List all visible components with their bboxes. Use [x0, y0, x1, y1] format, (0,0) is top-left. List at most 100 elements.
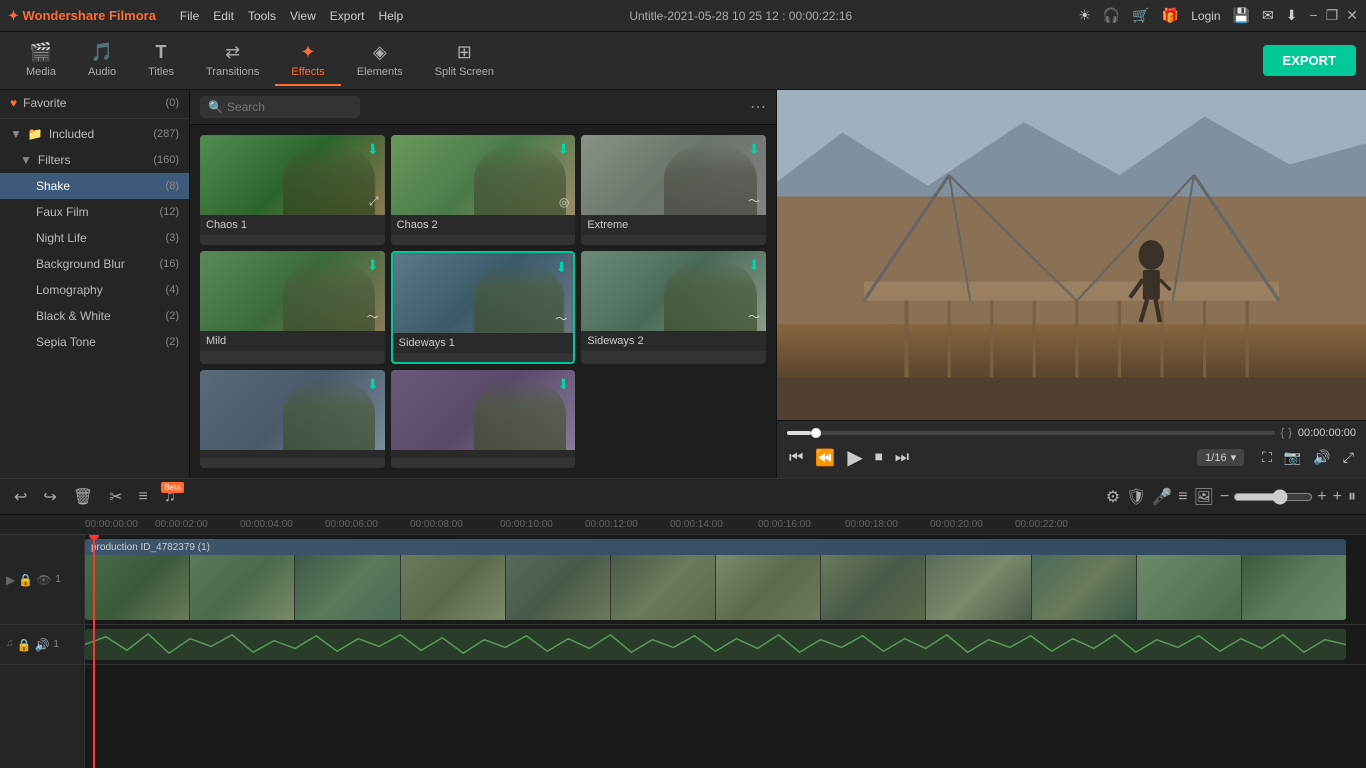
effect-card-sideways2[interactable]: ⬇ 〜 Sideways 2	[581, 251, 766, 365]
cart-icon[interactable]: 🛒	[1132, 7, 1149, 24]
zoom-out-button[interactable]: −	[1220, 488, 1229, 506]
video-clip[interactable]: production ID_4782379 (1)	[85, 539, 1346, 620]
folder-arrow-icon: ▼	[10, 127, 22, 141]
play-track-icon[interactable]: ▶	[6, 573, 15, 587]
video-track-number: 1	[55, 574, 61, 585]
audio-track-row	[85, 625, 1366, 665]
stop-button[interactable]: ⏹	[873, 447, 885, 469]
video-track-row: production ID_4782379 (1)	[85, 535, 1366, 625]
page-indicator[interactable]: 1/16 ▾	[1197, 449, 1244, 466]
restore-button[interactable]: ❐	[1326, 7, 1339, 24]
thumbnail-button[interactable]: 🖼	[1194, 487, 1214, 507]
audio-track-label: ♫ 🔒 🔊 1	[0, 625, 84, 665]
time-cursor	[93, 535, 95, 768]
step-fwd-button[interactable]: ⏭	[893, 447, 911, 469]
download-icon[interactable]: ⬇	[1286, 7, 1298, 24]
menu-view[interactable]: View	[290, 9, 316, 23]
effect-thumb-extreme	[581, 135, 766, 215]
menu-export[interactable]: Export	[330, 9, 365, 23]
audio-clip[interactable]	[85, 629, 1346, 660]
toolbar: 🎬 Media 🎵 Audio T Titles ⇄ Transitions ✦…	[0, 32, 1366, 90]
effects-icon: ✦	[301, 42, 316, 63]
search-bar[interactable]: 🔍	[200, 96, 360, 118]
included-item[interactable]: ▼ 📁 Included (287)	[0, 121, 189, 147]
ripple-button[interactable]: 🛡	[1126, 487, 1146, 507]
sepia-tone-item[interactable]: Sepia Tone (2)	[0, 329, 189, 355]
prev-frame-button[interactable]: ⏪	[813, 446, 837, 470]
shake-item[interactable]: Shake (8)	[0, 173, 189, 199]
progress-dot	[811, 428, 821, 438]
clip-label: production ID_4782379 (1)	[91, 542, 210, 553]
ruler-mark-4: 00:00:08:00	[410, 519, 463, 530]
export-button[interactable]: EXPORT	[1263, 45, 1356, 76]
fullscreen-button[interactable]: ⛶	[1260, 447, 1274, 468]
toolbar-transitions[interactable]: ⇄ Transitions	[190, 36, 275, 86]
settings-button[interactable]: ⤢	[1341, 447, 1356, 468]
gift-icon[interactable]: 🎁	[1162, 7, 1179, 24]
toolbar-split-screen[interactable]: ⊞ Split Screen	[419, 36, 510, 86]
close-button[interactable]: ✕	[1346, 7, 1358, 24]
login-button[interactable]: Login	[1191, 9, 1220, 23]
lock-track-icon[interactable]: 🔒	[18, 573, 33, 587]
timeline-end-button[interactable]: ⏸	[1348, 488, 1356, 506]
delete-button[interactable]: 🗑	[69, 485, 97, 509]
menu-file[interactable]: File	[180, 9, 199, 23]
lock-audio-icon[interactable]: 🔒	[17, 638, 32, 652]
menu-help[interactable]: Help	[378, 9, 403, 23]
toolbar-titles[interactable]: T Titles	[132, 36, 190, 86]
background-blur-item[interactable]: Background Blur (16)	[0, 251, 189, 277]
effect-card-chaos1[interactable]: ⬇ ⤢ Chaos 1	[200, 135, 385, 245]
ruler-mark-0: 00:00:00:00	[85, 519, 138, 530]
mail-icon[interactable]: ✉	[1262, 7, 1274, 24]
step-back-button[interactable]: ⏮	[787, 447, 805, 469]
save-icon[interactable]: 💾	[1233, 7, 1250, 24]
lomography-item[interactable]: Lomography (4)	[0, 277, 189, 303]
zoom-slider[interactable]	[1233, 489, 1313, 505]
audio-settings-button[interactable]: ≡	[135, 486, 152, 508]
audio-track-icon[interactable]: ♫	[6, 638, 14, 652]
filters-item[interactable]: ▼ Filters (160)	[0, 147, 189, 173]
beat-button[interactable]: ♫ Beta	[160, 486, 180, 508]
snapshot-button[interactable]: 📷	[1282, 447, 1303, 468]
progress-bar[interactable]	[787, 431, 1275, 435]
effect-card-extreme[interactable]: ⬇ 〜 Extreme	[581, 135, 766, 245]
timeline-body: ▶ 🔒 👁 1 ♫ 🔒 🔊 1	[0, 535, 1366, 768]
toolbar-audio[interactable]: 🎵 Audio	[72, 36, 132, 86]
search-input[interactable]	[227, 100, 352, 114]
sun-icon[interactable]: ☀	[1078, 7, 1091, 24]
faux-film-item[interactable]: Faux Film (12)	[0, 199, 189, 225]
snap-button[interactable]: ⚙	[1106, 487, 1120, 507]
black-white-item[interactable]: Black & White (2)	[0, 303, 189, 329]
zoom-in-button[interactable]: +	[1317, 488, 1326, 506]
eye-track-icon[interactable]: 👁	[36, 573, 51, 587]
volume-audio-icon[interactable]: 🔊	[34, 638, 49, 652]
download-icon-extreme: ⬇	[748, 141, 760, 158]
undo-button[interactable]: ↩	[10, 485, 31, 509]
minimize-button[interactable]: −	[1310, 7, 1318, 24]
effect-card-mild[interactable]: ⬇ 〜 Mild	[200, 251, 385, 365]
menu-edit[interactable]: Edit	[213, 9, 234, 23]
toolbar-effects[interactable]: ✦ Effects	[275, 36, 340, 86]
effect-card-extra2[interactable]: ⬇	[391, 370, 576, 468]
cut-button[interactable]: ✂	[105, 485, 126, 509]
mix-button[interactable]: ≡	[1178, 488, 1187, 506]
headphone-icon[interactable]: 🎧	[1103, 7, 1120, 24]
effect-card-chaos2[interactable]: ⬇ ◎ Chaos 2	[391, 135, 576, 245]
video-track-label: ▶ 🔒 👁 1	[0, 535, 84, 625]
favorite-item[interactable]: ♥ Favorite (0)	[0, 90, 189, 116]
volume-button[interactable]: 🔊	[1311, 447, 1332, 468]
menu-tools[interactable]: Tools	[248, 9, 276, 23]
effect-card-sideways1[interactable]: ⬇ 〜 Sideways 1	[391, 251, 576, 365]
night-life-item[interactable]: Night Life (3)	[0, 225, 189, 251]
redo-button[interactable]: ↪	[39, 485, 60, 509]
toolbar-media[interactable]: 🎬 Media	[10, 36, 72, 86]
mic-button[interactable]: 🎤	[1152, 487, 1172, 507]
grid-toggle-icon[interactable]: ⋯	[750, 97, 766, 117]
play-button[interactable]: ▶	[845, 443, 864, 472]
timeline-toolbar: ↩ ↪ 🗑 ✂ ≡ ♫ Beta ⚙ 🛡 🎤 ≡ 🖼 − + + ⏸	[0, 479, 1366, 515]
effect-card-extra1[interactable]: ⬇	[200, 370, 385, 468]
download-icon-chaos2: ⬇	[558, 141, 570, 158]
elements-icon: ◈	[373, 42, 387, 63]
toolbar-elements[interactable]: ◈ Elements	[341, 36, 419, 86]
fit-button[interactable]: +	[1333, 488, 1342, 506]
